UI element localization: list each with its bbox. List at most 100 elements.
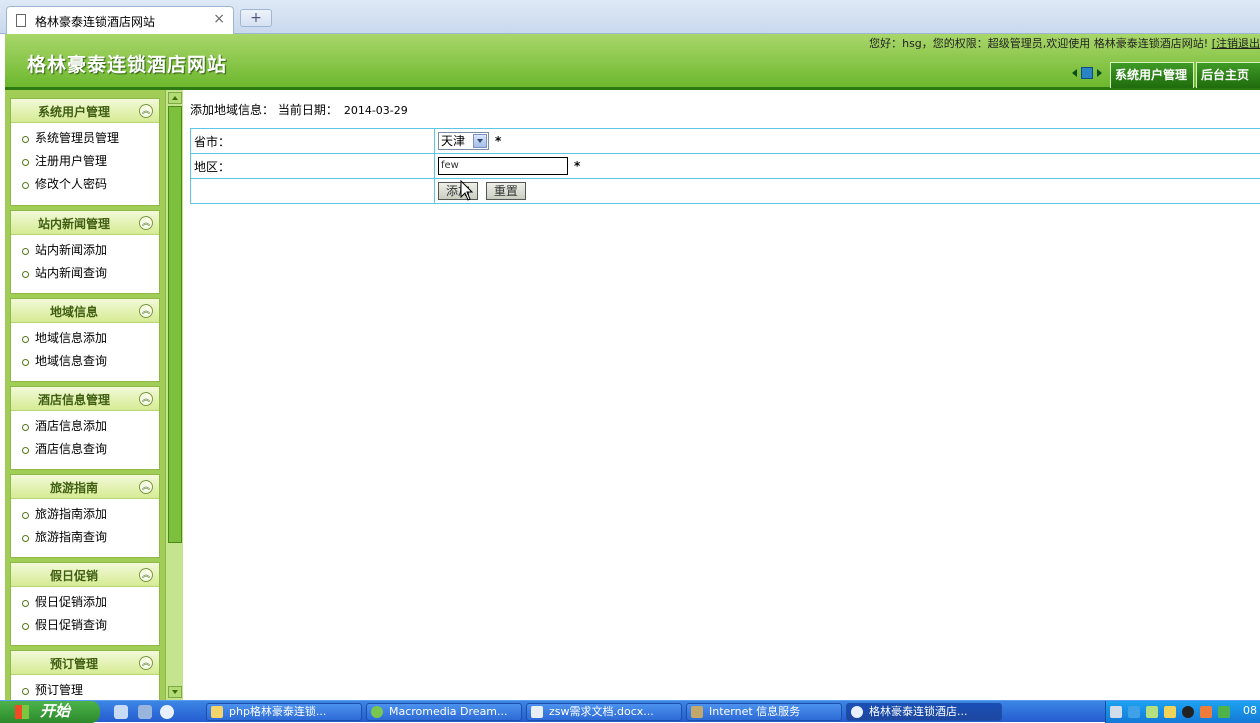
iis-icon <box>691 706 703 718</box>
chevron-down-icon[interactable] <box>473 134 487 148</box>
required-mark: * <box>574 159 580 173</box>
collapse-icon[interactable]: ︽ <box>139 480 153 494</box>
empty-cell <box>191 179 435 204</box>
panel-title: 地域信息 <box>11 303 137 320</box>
sidebar-panel-hotel: 酒店信息管理 ︽ 酒店信息添加 酒店信息查询 <box>10 386 160 470</box>
province-selected-value: 天津 <box>441 134 465 148</box>
actions-cell: 添加 重置 <box>435 179 1260 204</box>
scroll-up-icon[interactable] <box>168 92 182 104</box>
os-taskbar: 开始 php格林豪泰连锁... Macromedia Dream... zsw需… <box>0 700 1260 722</box>
browser-tab-strip: 格林豪泰连锁酒店网站 × + <box>0 0 1260 34</box>
greeting-text: 您好：hsg，您的权限：超级管理员,欢迎使用 格林豪泰连锁酒店网站! <box>869 37 1208 50</box>
region-input[interactable]: few <box>438 157 568 175</box>
region-cell: few * <box>435 154 1260 179</box>
sidebar-item-guide-add[interactable]: 旅游指南添加 <box>11 503 159 526</box>
word-document-icon <box>531 706 543 718</box>
collapse-icon[interactable]: ︽ <box>139 216 153 230</box>
sidebar-item-admin-management[interactable]: 系统管理员管理 <box>11 127 159 150</box>
system-tray: 08 <box>1105 701 1260 723</box>
quicklaunch-icon[interactable] <box>114 705 128 719</box>
quicklaunch-icon[interactable] <box>160 705 174 719</box>
browser-icon <box>851 706 863 718</box>
scroll-thumb[interactable] <box>168 106 182 543</box>
collapse-icon[interactable]: ︽ <box>139 656 153 670</box>
browser-tab[interactable]: 格林豪泰连锁酒店网站 × <box>6 6 234 34</box>
taskbar-item-label: php格林豪泰连锁... <box>229 705 326 718</box>
new-tab-button[interactable]: + <box>240 9 272 27</box>
volume-icon[interactable] <box>1164 706 1176 718</box>
start-button[interactable]: 开始 <box>0 701 100 723</box>
page-info: 添加地域信息： 当前日期：2014-03-29 <box>190 101 408 118</box>
nav-tab-user-management[interactable]: 系统用户管理 <box>1110 62 1194 88</box>
sidebar-item-hotel-query[interactable]: 酒店信息查询 <box>11 438 159 461</box>
sidebar-scrollbar[interactable] <box>165 90 183 700</box>
panel-header[interactable]: 酒店信息管理 ︽ <box>11 387 159 411</box>
province-cell: 天津 * <box>435 129 1260 154</box>
folder-icon <box>211 706 223 718</box>
form-row-actions: 添加 重置 <box>191 179 1260 204</box>
taskbar-item-label: Internet 信息服务 <box>709 705 800 718</box>
taskbar-item[interactable]: zsw需求文档.docx... <box>526 703 682 721</box>
browser-tab-title: 格林豪泰连锁酒店网站 <box>35 13 155 30</box>
required-mark: * <box>495 134 501 148</box>
taskbar-item-label: 格林豪泰连锁酒店... <box>869 705 968 718</box>
collapse-icon[interactable]: ︽ <box>139 304 153 318</box>
panel-title: 预订管理 <box>11 655 137 672</box>
taskbar-item-label: Macromedia Dream... <box>389 705 508 718</box>
collapse-icon[interactable]: ︽ <box>139 104 153 118</box>
arrow-left-icon[interactable] <box>1128 706 1140 718</box>
network-icon[interactable] <box>1146 706 1158 718</box>
panel-title: 假日促销 <box>11 567 137 584</box>
keyboard-icon[interactable] <box>1110 706 1122 718</box>
nav-tab-home[interactable]: 后台主页 <box>1196 62 1260 88</box>
sidebar-item-registered-users[interactable]: 注册用户管理 <box>11 150 159 173</box>
sidebar-item-booking[interactable]: 预订管理 <box>11 679 159 700</box>
sidebar-panel-booking: 预订管理 ︽ 预订管理 <box>10 650 160 700</box>
collapse-icon[interactable]: ︽ <box>139 392 153 406</box>
taskbar-item[interactable]: php格林豪泰连锁... <box>206 703 362 721</box>
sidebar-item-region-query[interactable]: 地域信息查询 <box>11 350 159 373</box>
sidebar-item-hotel-add[interactable]: 酒店信息添加 <box>11 415 159 438</box>
sidebar-item-region-add[interactable]: 地域信息添加 <box>11 327 159 350</box>
sidebar-item-news-query[interactable]: 站内新闻查询 <box>11 262 159 285</box>
sidebar-panel-travel-guide: 旅游指南 ︽ 旅游指南添加 旅游指南查询 <box>10 474 160 558</box>
sidebar-panel-user-management: 系统用户管理 ︽ 系统管理员管理 注册用户管理 修改个人密码 <box>10 98 160 206</box>
sidebar-item-promotion-add[interactable]: 假日促销添加 <box>11 591 159 614</box>
dreamweaver-icon <box>371 706 383 718</box>
panel-header[interactable]: 站内新闻管理 ︽ <box>11 211 159 235</box>
reset-button[interactable]: 重置 <box>486 182 526 200</box>
sidebar-item-promotion-query[interactable]: 假日促销查询 <box>11 614 159 637</box>
windows-logo-icon <box>15 705 29 719</box>
nav-scroll-arrows[interactable] <box>1072 66 1102 82</box>
qq-icon[interactable] <box>1182 706 1194 718</box>
sidebar: 系统用户管理 ︽ 系统管理员管理 注册用户管理 修改个人密码 站内新闻管理 ︽ … <box>5 90 165 700</box>
province-select[interactable]: 天津 <box>438 132 489 150</box>
panel-header[interactable]: 旅游指南 ︽ <box>11 475 159 499</box>
sidebar-item-guide-query[interactable]: 旅游指南查询 <box>11 526 159 549</box>
taskbar-item[interactable]: Macromedia Dream... <box>366 703 522 721</box>
panel-header[interactable]: 预订管理 ︽ <box>11 651 159 675</box>
panel-header[interactable]: 地域信息 ︽ <box>11 299 159 323</box>
app-icon[interactable] <box>1200 706 1212 718</box>
province-label: 省市： <box>191 129 435 154</box>
arrow-left-icon[interactable] <box>1072 69 1077 77</box>
top-nav: 系统用户管理 后台主页 <box>1110 62 1260 88</box>
panel-header[interactable]: 系统用户管理 ︽ <box>11 99 159 123</box>
clock[interactable]: 08 <box>1243 704 1257 717</box>
quicklaunch-icon[interactable] <box>138 705 152 719</box>
sidebar-panel-promotion: 假日促销 ︽ 假日促销添加 假日促销查询 <box>10 562 160 646</box>
taskbar-item[interactable]: Internet 信息服务 <box>686 703 842 721</box>
logout-link[interactable]: [注销退出 <box>1212 37 1260 50</box>
panel-title: 系统用户管理 <box>11 103 137 120</box>
taskbar-item-active[interactable]: 格林豪泰连锁酒店... <box>846 703 1002 721</box>
sidebar-item-news-add[interactable]: 站内新闻添加 <box>11 239 159 262</box>
sidebar-panel-news: 站内新闻管理 ︽ 站内新闻添加 站内新闻查询 <box>10 210 160 294</box>
scroll-down-icon[interactable] <box>168 686 182 698</box>
arrow-right-icon[interactable] <box>1097 69 1102 77</box>
shield-icon[interactable] <box>1218 706 1230 718</box>
panel-header[interactable]: 假日促销 ︽ <box>11 563 159 587</box>
sidebar-item-change-password[interactable]: 修改个人密码 <box>11 173 159 196</box>
collapse-icon[interactable]: ︽ <box>139 568 153 582</box>
close-tab-icon[interactable]: × <box>213 11 225 27</box>
region-form: 省市： 天津 * 地区： few* 添加 重置 <box>190 128 1260 204</box>
